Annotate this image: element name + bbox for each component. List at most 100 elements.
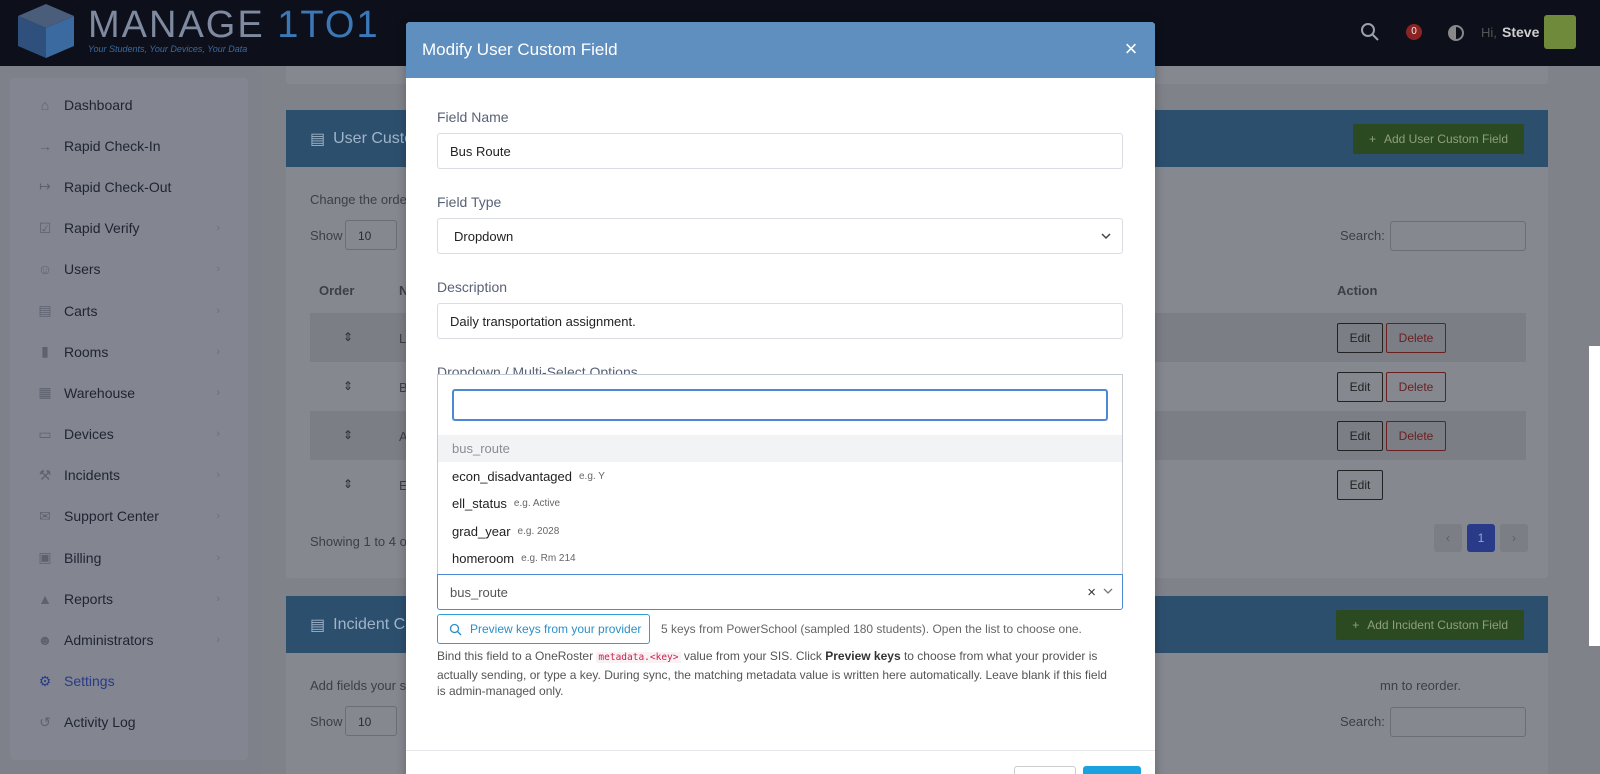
cart-icon: ▤: [38, 302, 52, 319]
sidebar-item-billing[interactable]: ▣ Billing ›: [10, 537, 248, 578]
sidebar-item-rapid-verify[interactable]: ☑ Rapid Verify ›: [10, 208, 248, 249]
sidebar-item-incidents[interactable]: ⚒ Incidents ›: [10, 455, 248, 496]
field-name-input[interactable]: Bus Route: [437, 133, 1123, 169]
prev-page-button[interactable]: ‹: [1434, 524, 1462, 552]
sidebar-item-label: Support Center: [64, 508, 159, 525]
card-description: Add fields your s: [310, 678, 407, 693]
column-order[interactable]: Order: [319, 283, 354, 298]
warehouse-icon: ▦: [38, 384, 52, 401]
option-example: e.g. Rm 214: [521, 553, 576, 565]
close-icon[interactable]: ×: [1121, 38, 1141, 60]
sidebar-item-label: Settings: [64, 673, 115, 690]
table-search-input[interactable]: [1390, 221, 1526, 251]
sidebar-item-rooms[interactable]: ▮ Rooms ›: [10, 331, 248, 372]
billing-icon: ▣: [38, 549, 52, 566]
save-button[interactable]: [1083, 766, 1141, 774]
sidebar-item-reports[interactable]: ▲ Reports ›: [10, 578, 248, 619]
brand-logo[interactable]: MANAGE 1TO1 Your Students, Your Devices,…: [10, 2, 380, 62]
description-input[interactable]: Daily transportation assignment.: [437, 303, 1123, 339]
option-key: ell_status: [452, 496, 507, 512]
page-length-select[interactable]: 10: [345, 220, 397, 250]
cancel-button[interactable]: [1014, 766, 1076, 774]
sidebar-item-rapid-check-out[interactable]: ↦ Rapid Check-Out: [10, 166, 248, 207]
logo-cube-icon: [18, 4, 74, 58]
chevron-right-icon: ›: [216, 263, 220, 276]
sidebar-item-label: Activity Log: [64, 714, 136, 731]
sidebar-item-label: Rapid Verify: [64, 220, 140, 237]
sidebar-item-label: Incidents: [64, 467, 121, 484]
edit-button[interactable]: Edit: [1337, 421, 1383, 451]
plus-icon: +: [1352, 618, 1360, 632]
avatar[interactable]: [1544, 15, 1576, 49]
history-icon: ↺: [39, 713, 51, 730]
sidebar-item-dashboard[interactable]: ⌂ Dashboard: [10, 84, 248, 125]
table-search-input[interactable]: [1390, 707, 1526, 737]
dropdown-option[interactable]: econ_disadvantaged e.g. Y: [438, 463, 1122, 490]
preview-keys-button[interactable]: Preview keys from your provider: [437, 614, 650, 644]
sidebar-item-label: Billing: [64, 549, 102, 566]
add-incident-custom-field-button[interactable]: + Add Incident Custom Field: [1336, 610, 1524, 640]
delete-button[interactable]: Delete: [1386, 421, 1446, 451]
scrollbar-thumb[interactable]: [1589, 346, 1600, 646]
field-type-value: Dropdown: [454, 228, 514, 244]
home-icon: ⌂: [40, 96, 50, 113]
dropdown-option[interactable]: homeroom e.g. Rm 214: [438, 545, 1122, 572]
sidebar-item-label: Administrators: [64, 632, 154, 649]
admin-icon: ☻: [37, 632, 53, 649]
chevron-down-icon[interactable]: [1102, 585, 1114, 597]
users-icon: ☺: [37, 261, 53, 278]
dropdown-option[interactable]: ell_status e.g. Active: [438, 490, 1122, 517]
metadata-key-select[interactable]: bus_route ×: [437, 574, 1123, 610]
drag-handle-icon[interactable]: ⇕: [343, 330, 353, 344]
field-type-select[interactable]: Dropdown: [437, 218, 1123, 254]
sidebar-item-users[interactable]: ☺ Users ›: [10, 249, 248, 290]
login-icon: →: [38, 137, 52, 154]
add-user-custom-field-button[interactable]: + Add User Custom Field: [1352, 124, 1524, 154]
sidebar-item-carts[interactable]: ▤ Carts ›: [10, 290, 248, 331]
page-1-button[interactable]: 1: [1467, 524, 1495, 552]
chevron-down-icon: [1101, 233, 1111, 240]
key-dropdown-popup: bus_route econ_disadvantaged e.g. Y ell_sta…: [437, 374, 1123, 576]
greeting-text: Hi,: [1481, 25, 1497, 40]
page-length-select[interactable]: 10: [345, 706, 397, 736]
sidebar-item-support-center[interactable]: ✉ Support Center ›: [10, 496, 248, 537]
sidebar-item-rapid-check-in[interactable]: → Rapid Check-In: [10, 125, 248, 166]
sidebar-item-devices[interactable]: ▭ Devices ›: [10, 414, 248, 455]
sidebar-item-activity-log[interactable]: ↺ Activity Log: [10, 702, 248, 743]
chart-icon: ▲: [38, 590, 52, 607]
sidebar-item-settings[interactable]: ⚙ Settings: [10, 661, 248, 702]
drag-handle-icon[interactable]: ⇕: [343, 379, 353, 393]
clear-icon[interactable]: ×: [1087, 584, 1096, 601]
dropdown-option[interactable]: bus_route: [438, 435, 1122, 462]
modify-user-custom-field-modal: Modify User Custom Field × Field Name Bu…: [406, 22, 1155, 774]
sidebar-item-label: Users: [64, 261, 101, 278]
field-name-label: Field Name: [437, 109, 509, 125]
delete-button[interactable]: Delete: [1386, 372, 1446, 402]
next-page-button[interactable]: ›: [1500, 524, 1528, 552]
dropdown-option[interactable]: grad_year e.g. 2028: [438, 518, 1122, 545]
sidebar-item-label: Carts: [64, 302, 98, 319]
edit-button[interactable]: Edit: [1337, 323, 1383, 353]
delete-button[interactable]: Delete: [1386, 323, 1446, 353]
edit-button[interactable]: Edit: [1337, 470, 1383, 500]
drag-handle-icon[interactable]: ⇕: [343, 477, 353, 491]
chevron-right-icon: ›: [216, 551, 220, 564]
sidebar-item-warehouse[interactable]: ▦ Warehouse ›: [10, 372, 248, 413]
option-example: e.g. 2028: [517, 525, 560, 537]
show-label: Show: [310, 714, 343, 729]
edit-button[interactable]: Edit: [1337, 372, 1383, 402]
theme-toggle-icon[interactable]: [1447, 24, 1465, 42]
notification-badge[interactable]: 0: [1406, 24, 1422, 40]
card-title: User Custo: [333, 129, 414, 147]
user-name[interactable]: Steve: [1502, 24, 1539, 40]
card-description: Change the orde: [310, 192, 407, 207]
help-text: Bind this field to a OneRoster metadata.…: [437, 649, 1107, 698]
drag-handle-icon[interactable]: ⇕: [343, 428, 353, 442]
sidebar-item-administrators[interactable]: ☻ Administrators ›: [10, 619, 248, 660]
clipboard-check-icon: ☑: [38, 219, 52, 236]
search-icon[interactable]: [1360, 22, 1380, 42]
modal-title: Modify User Custom Field: [422, 40, 618, 59]
search-icon: [449, 623, 462, 635]
dropdown-search-input[interactable]: [452, 389, 1108, 421]
chevron-right-icon: ›: [216, 428, 220, 441]
